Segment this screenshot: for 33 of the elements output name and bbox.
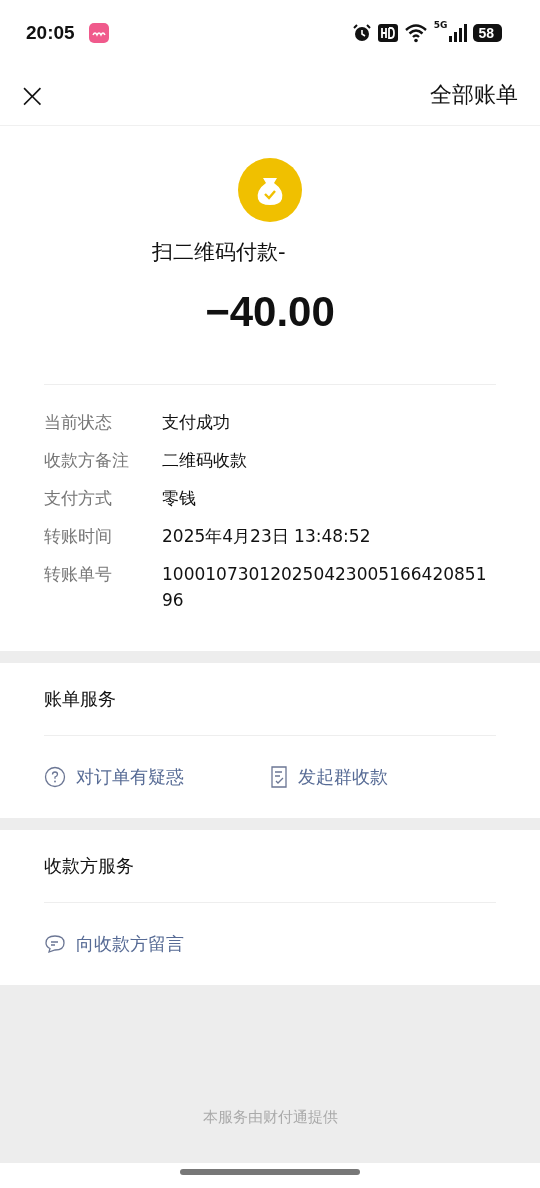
- receipt-icon: [270, 766, 288, 788]
- detail-value: 支付成功: [162, 411, 231, 434]
- detail-value: 二维码收款: [162, 449, 248, 472]
- service-link[interactable]: 发起群收款: [270, 765, 496, 789]
- network-type: 5G: [433, 20, 448, 30]
- question-icon: [44, 766, 66, 788]
- provider-note: 本服务由财付通提供: [202, 1108, 338, 1127]
- app-notification-icon: [88, 22, 109, 43]
- payment-title: 扫二维码付款-: [152, 239, 286, 266]
- all-bills-link[interactable]: 全部账单: [430, 80, 518, 110]
- payment-amount: −40.00: [205, 288, 335, 336]
- detail-label: 转账单号: [44, 563, 113, 586]
- alarm-icon: [351, 22, 372, 43]
- wifi-icon: [403, 22, 428, 43]
- detail-label: 当前状态: [44, 411, 113, 434]
- hd-icon: [377, 23, 398, 42]
- signal-icon: [449, 23, 468, 42]
- detail-label: 收款方备注: [44, 449, 130, 472]
- service-link[interactable]: 对订单有疑惑: [44, 765, 270, 789]
- section-title: 账单服务: [44, 687, 117, 711]
- section-title: 收款方服务: [44, 854, 135, 878]
- status-time: 20:05: [26, 21, 75, 44]
- detail-value: 零钱: [162, 487, 197, 510]
- battery-level: 58: [473, 23, 502, 42]
- chat-icon: [44, 934, 66, 954]
- detail-value: 2025年4月23日 13:48:52: [162, 525, 372, 548]
- detail-value: 10001073012025042300516642085196: [162, 563, 488, 612]
- close-button[interactable]: ×: [14, 78, 51, 112]
- service-link[interactable]: 向收款方留言: [44, 932, 286, 956]
- detail-label: 转账时间: [44, 525, 113, 548]
- detail-label: 支付方式: [44, 487, 113, 510]
- home-indicator[interactable]: [180, 1169, 360, 1175]
- money-bag-icon: [238, 158, 302, 222]
